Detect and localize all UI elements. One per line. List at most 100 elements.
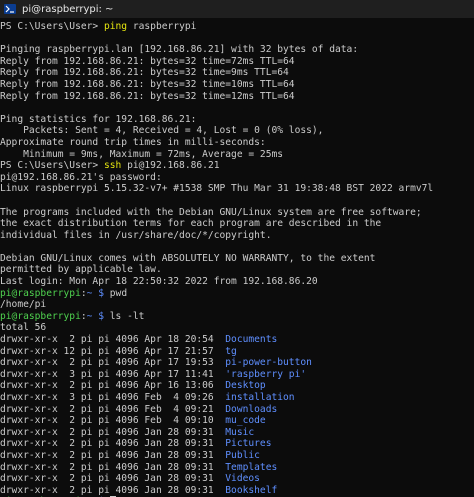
terminal-line: drwxr-xr-x 2 pi pi 4096 Jan 28 09:31 Boo…: [0, 485, 474, 497]
terminal-text: drwxr-xr-x 2 pi pi 4096 Jan 28 09:31: [0, 461, 226, 473]
terminal-text: drwxr-xr-x 12 pi pi 4096 Apr 17 21:57: [0, 345, 226, 357]
terminal-line: drwxr-xr-x 2 pi pi 4096 Apr 16 13:06 Des…: [0, 380, 474, 392]
terminal-text: Desktop: [225, 380, 266, 392]
terminal-line: drwxr-xr-x 2 pi pi 4096 Feb 4 09:21 Down…: [0, 404, 474, 416]
terminal-text: pi@192.168.86.21's password:: [0, 171, 162, 183]
terminal-text: pi-power-button: [225, 357, 312, 369]
terminal-text: ssh: [103, 160, 128, 172]
terminal-line: pi@raspberrypi:~ $ pwd: [0, 288, 474, 300]
terminal-line: the exact distribution terms for each pr…: [0, 218, 474, 230]
terminal-text: drwxr-xr-x 2 pi pi 4096 Apr 17 19:53: [0, 357, 226, 369]
terminal-text: Public: [225, 449, 260, 461]
terminal-text: Minimum = 9ms, Maximum = 72ms, Average =…: [0, 148, 284, 160]
terminal-text: Templates: [225, 461, 278, 473]
terminal-line: Reply from 192.168.86.21: bytes=32 time=…: [0, 79, 474, 91]
terminal-line: Minimum = 9ms, Maximum = 72ms, Average =…: [0, 149, 474, 161]
terminal-line: drwxr-xr-x 12 pi pi 4096 Apr 17 21:57 tg: [0, 346, 474, 358]
terminal-text: The programs included with the Debian GN…: [0, 206, 422, 218]
window-title: pi@raspberrypi: ~: [22, 3, 114, 15]
terminal-line: Reply from 192.168.86.21: bytes=32 time=…: [0, 91, 474, 103]
terminal-text: raspberrypi: [132, 21, 197, 32]
terminal-line: Approximate round trip times in milli-se…: [0, 137, 474, 149]
terminal-text: Reply from 192.168.86.21: bytes=32 time=…: [0, 55, 295, 67]
terminal-text: permitted by applicable law.: [0, 264, 162, 276]
terminal-line: drwxr-xr-x 3 pi pi 4096 Apr 17 11:41 'ra…: [0, 369, 474, 381]
terminal-text: Reply from 192.168.86.21: bytes=32 time=…: [0, 90, 295, 102]
terminal-line: PS C:\Users\User> ping raspberrypi: [0, 21, 474, 33]
terminal-text: drwxr-xr-x 2 pi pi 4096 Feb 4 09:10: [0, 415, 226, 427]
powershell-icon: [4, 4, 16, 14]
terminal-text: PS C:\Users\User>: [0, 160, 104, 172]
terminal-line: Linux raspberrypi 5.15.32-v7+ #1538 SMP …: [0, 183, 474, 195]
terminal-output[interactable]: PS C:\Users\User> ping raspberrypi Pingi…: [0, 21, 474, 497]
terminal-line: drwxr-xr-x 2 pi pi 4096 Feb 4 09:10 mu_c…: [0, 415, 474, 427]
terminal-text: ping: [103, 21, 133, 32]
terminal-text: Music: [225, 426, 255, 438]
terminal-text: drwxr-xr-x 2 pi pi 4096 Jan 28 09:31: [0, 449, 226, 461]
terminal-text: installation: [225, 392, 295, 403]
terminal-text: /home/pi: [0, 299, 47, 311]
terminal-text: drwxr-xr-x 2 pi pi 4096 Jan 28 09:31: [0, 426, 226, 438]
terminal-line: pi@192.168.86.21's password:: [0, 172, 474, 184]
terminal-line: drwxr-xr-x 2 pi pi 4096 Jan 28 09:31 Mus…: [0, 427, 474, 439]
terminal-line: individual files in /usr/share/doc/*/cop…: [0, 230, 474, 242]
terminal-line: drwxr-xr-x 2 pi pi 4096 Jan 28 09:31 Tem…: [0, 462, 474, 474]
terminal-line: The programs included with the Debian GN…: [0, 207, 474, 219]
terminal-text: tg: [225, 345, 237, 357]
terminal-text: mu_code: [225, 415, 266, 427]
terminal-text: drwxr-xr-x 2 pi pi 4096 Jan 28 09:31: [0, 484, 226, 496]
window-title-bar[interactable]: pi@raspberrypi: ~: [0, 0, 474, 18]
terminal-text: ~ $: [86, 310, 110, 322]
terminal-line: permitted by applicable law.: [0, 264, 474, 276]
terminal-text: ~ $: [86, 287, 110, 299]
terminal-text: Pictures: [225, 438, 272, 450]
terminal-text: pi@192.168.86.21: [127, 160, 220, 172]
terminal-text: drwxr-xr-x 2 pi pi 4096 Jan 28 09:31: [0, 438, 226, 450]
terminal-line: drwxr-xr-x 2 pi pi 4096 Jan 28 09:31 Pic…: [0, 438, 474, 450]
terminal-text: pi@raspberrypi: [0, 287, 81, 299]
terminal-line: Reply from 192.168.86.21: bytes=32 time=…: [0, 67, 474, 79]
terminal-text: PS C:\Users\User>: [0, 21, 104, 32]
terminal-text: Documents: [225, 334, 278, 346]
terminal-text: Approximate round trip times in milli-se…: [0, 136, 266, 148]
terminal-text: Pinging raspberrypi.lan [192.168.86.21] …: [0, 44, 359, 56]
terminal-text: Ping statistics for 192.168.86.21:: [0, 113, 197, 125]
terminal-text: drwxr-xr-x 2 pi pi 4096 Apr 16 13:06: [0, 380, 226, 392]
terminal-line: PS C:\Users\User> ssh pi@192.168.86.21: [0, 160, 474, 172]
terminal-text: Videos: [225, 473, 260, 485]
terminal-text: total 56: [0, 322, 47, 334]
terminal-text: ls -lt: [109, 310, 145, 322]
terminal-text: the exact distribution terms for each pr…: [0, 218, 382, 230]
terminal-line: Pinging raspberrypi.lan [192.168.86.21] …: [0, 44, 474, 56]
terminal-line: drwxr-xr-x 3 pi pi 4096 Feb 4 09:26 inst…: [0, 392, 474, 404]
terminal-line: drwxr-xr-x 2 pi pi 4096 Jan 28 09:31 Vid…: [0, 473, 474, 485]
terminal-line: drwxr-xr-x 2 pi pi 4096 Apr 17 19:53 pi-…: [0, 357, 474, 369]
terminal-text: Last login: Mon Apr 18 22:50:32 2022 fro…: [0, 276, 318, 288]
terminal-text: Bookshelf: [225, 484, 278, 496]
terminal-text: 'raspberry pi': [225, 368, 307, 380]
terminal-text: individual files in /usr/share/doc/*/cop…: [0, 229, 272, 241]
terminal-text: drwxr-xr-x 3 pi pi 4096 Apr 17 11:41: [0, 368, 226, 380]
terminal-line: /home/pi: [0, 299, 474, 311]
terminal-text: drwxr-xr-x 3 pi pi 4096 Feb 4 09:26: [0, 392, 226, 403]
terminal-line: drwxr-xr-x 2 pi pi 4096 Apr 18 20:54 Doc…: [0, 334, 474, 346]
terminal-text: Linux raspberrypi 5.15.32-v7+ #1538 SMP …: [0, 183, 434, 195]
terminal-text: Packets: Sent = 4, Received = 4, Lost = …: [0, 125, 324, 137]
terminal-line: pi@raspberrypi:~ $ ls -lt: [0, 311, 474, 323]
terminal-line: Debian GNU/Linux comes with ABSOLUTELY N…: [0, 253, 474, 265]
terminal-text: Reply from 192.168.86.21: bytes=32 time=…: [0, 67, 289, 79]
terminal-text: pwd: [109, 287, 128, 299]
terminal-line: Ping statistics for 192.168.86.21:: [0, 114, 474, 126]
terminal-line: total 56: [0, 322, 474, 334]
terminal-line: drwxr-xr-x 2 pi pi 4096 Jan 28 09:31 Pub…: [0, 450, 474, 462]
terminal-text: drwxr-xr-x 2 pi pi 4096 Apr 18 20:54: [0, 334, 226, 346]
terminal-text: Reply from 192.168.86.21: bytes=32 time=…: [0, 78, 295, 90]
terminal-text: Downloads: [225, 403, 278, 415]
terminal-line: Last login: Mon Apr 18 22:50:32 2022 fro…: [0, 276, 474, 288]
terminal-text: drwxr-xr-x 2 pi pi 4096 Feb 4 09:21: [0, 403, 226, 415]
terminal-text: Debian GNU/Linux comes with ABSOLUTELY N…: [0, 252, 376, 264]
